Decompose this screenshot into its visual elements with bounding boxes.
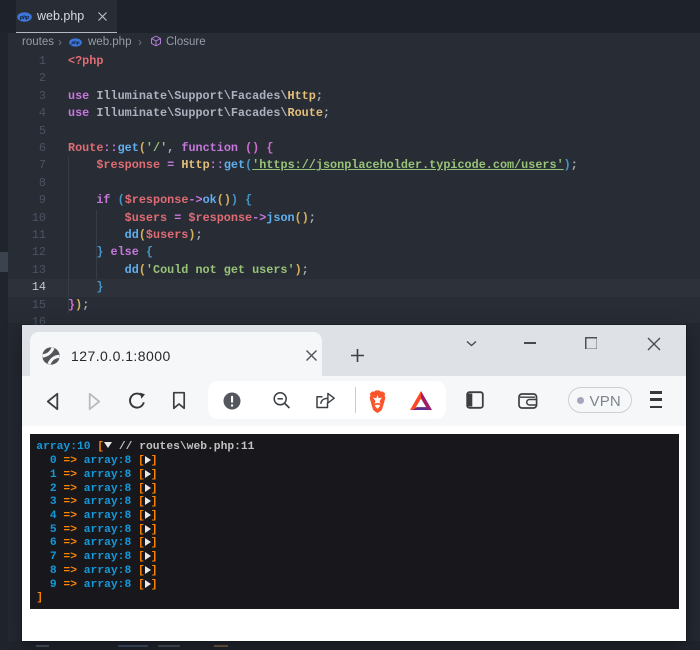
svg-text:php: php [71, 40, 80, 45]
svg-text:php: php [19, 15, 29, 21]
